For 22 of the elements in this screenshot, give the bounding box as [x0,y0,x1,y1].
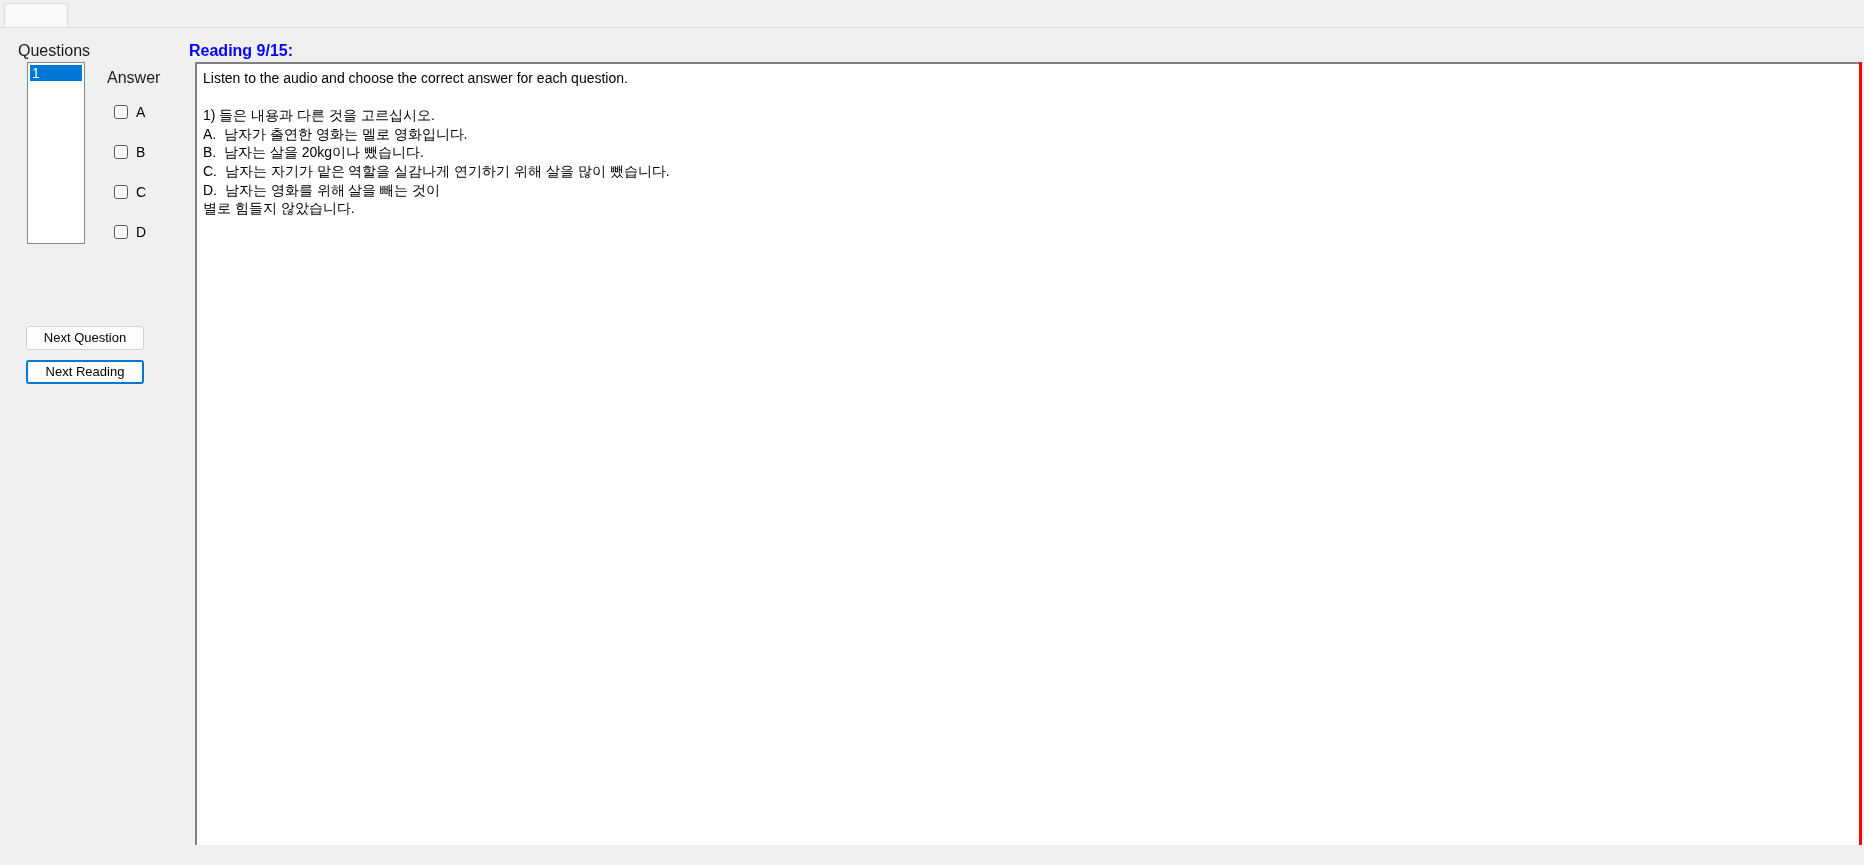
question-item[interactable]: 1 [30,65,82,81]
reading-instruction: Listen to the audio and choose the correct answer for each question. [203,69,629,88]
reading-line: B. 남자는 살을 20kg이나 뺐습니다. [203,143,425,162]
answer-checkbox[interactable] [114,105,128,119]
answer-checkbox[interactable] [114,225,128,239]
reading-line: 별로 힘들지 않았습니다. [203,199,356,218]
answer-option-label: B [136,142,146,162]
answer-label: Answer [107,68,161,88]
nav-button[interactable]: Next Reading [26,360,144,384]
reading-line: D. 남자는 영화를 위해 살을 빼는 것이 [203,180,442,200]
nav-button[interactable]: Next Question [26,326,144,350]
questions-label: Questions [18,42,92,60]
reading-line: A. 남자가 출연한 영화는 멜로 영화입니다. [203,124,469,144]
answer-option-label: D [136,222,147,242]
answer-checkbox[interactable] [114,185,128,199]
reading-line: 1) 들은 내용과 다른 것을 고르십시오. [203,106,436,125]
reading-line: C. 남자는 자기가 맡은 역할을 실감나게 연기하기 위해 살을 많이 뺐습니다. [203,161,671,181]
answer-option-label: C [136,182,147,202]
answer-checkbox[interactable] [114,145,128,159]
reading-title: Reading 9/15: [189,42,295,60]
questions-list[interactable]: 1 [27,62,85,244]
answer-option-label: A [136,102,146,122]
